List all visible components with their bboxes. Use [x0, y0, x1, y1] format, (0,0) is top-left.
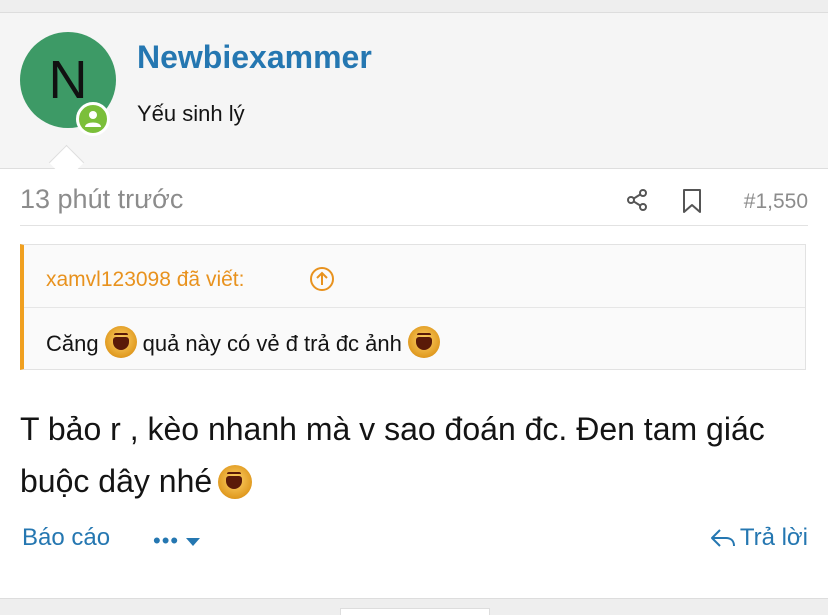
post-body-text: T bảo r , kèo nhanh mà v sao đoán đc. Đe… — [20, 411, 765, 499]
top-divider — [0, 0, 828, 13]
post-meta: 13 phút trước #1,550 — [20, 170, 808, 226]
username-link[interactable]: Newbiexammer — [137, 39, 372, 76]
user-title: Yếu sinh lý — [137, 101, 245, 126]
reply-icon — [710, 529, 735, 547]
report-link[interactable]: Báo cáo — [22, 524, 110, 552]
reply-button[interactable]: Trả lời — [710, 524, 808, 552]
laughing-emoji-icon — [407, 326, 440, 358]
arrow-up-circle-icon[interactable] — [309, 266, 335, 292]
post-actions: Báo cáo ••• Trả lời — [20, 520, 808, 564]
quote-author[interactable]: xamvl123098 đã viết: — [46, 268, 244, 292]
online-status-badge — [76, 102, 110, 136]
quote-text-part2: quả này có vẻ đ trả đc ảnh — [142, 331, 402, 356]
caret-down-icon — [186, 538, 201, 546]
user-icon — [85, 111, 101, 127]
quote-header: xamvl123098 đã viết: — [24, 245, 805, 308]
laughing-emoji-icon — [218, 465, 253, 499]
laughing-emoji-icon — [104, 326, 137, 358]
more-actions-button[interactable]: ••• — [153, 528, 201, 554]
post-timestamp[interactable]: 13 phút trước — [20, 184, 183, 215]
post-body: T bảo r , kèo nhanh mà v sao đoán đc. Đe… — [20, 403, 810, 507]
post-user-header: N Newbiexammer Yếu sinh lý — [0, 13, 828, 169]
quote-text-part1: Căng — [46, 331, 99, 356]
quote-block: xamvl123098 đã viết: Căng quả này có vẻ đ… — [20, 244, 806, 370]
bookmark-icon[interactable] — [681, 188, 703, 214]
quote-text: Căng quả này có vẻ đ trả đc ảnh — [46, 326, 446, 358]
share-icon[interactable] — [625, 188, 649, 212]
more-dots: ••• — [153, 528, 180, 553]
reply-label: Trả lời — [739, 524, 808, 551]
avatar-letter: N — [48, 50, 88, 110]
post-number[interactable]: #1,550 — [744, 190, 808, 214]
